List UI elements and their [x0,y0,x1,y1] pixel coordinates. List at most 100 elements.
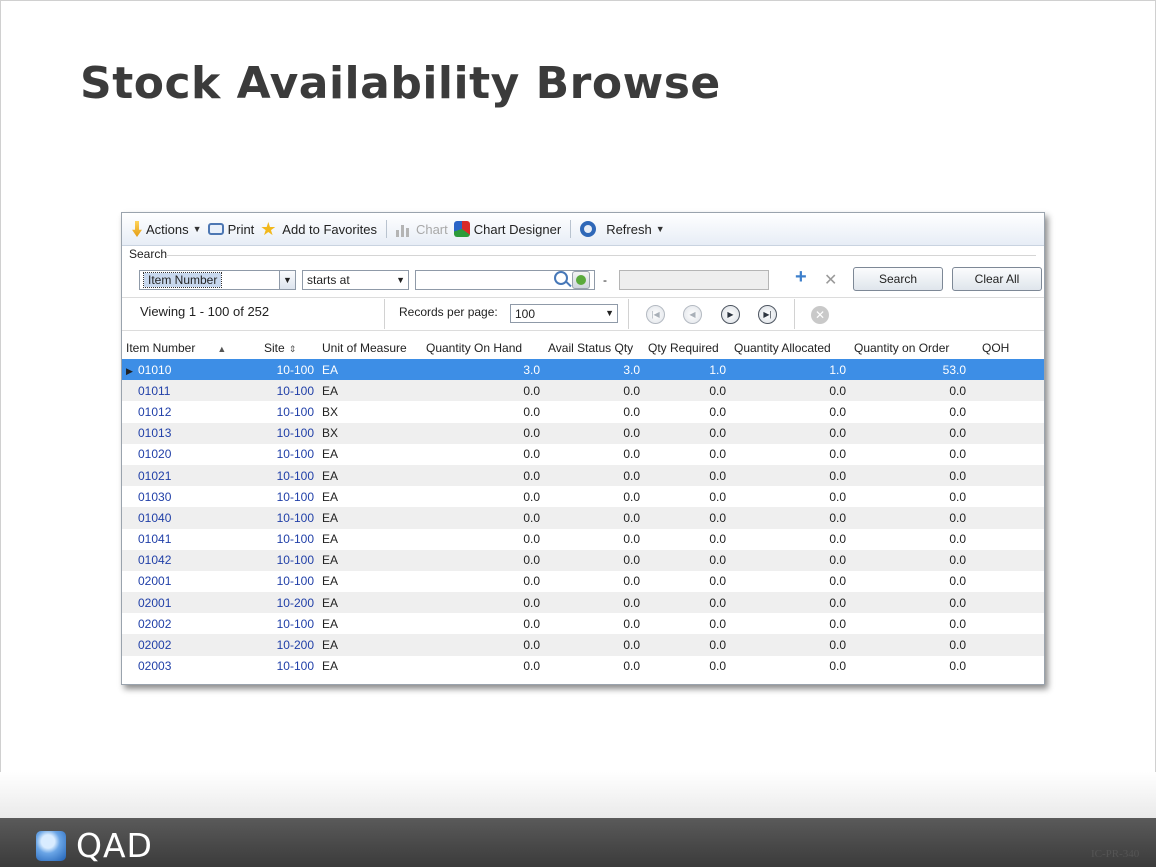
column-header-quantity-on-order[interactable]: Quantity on Order [850,337,970,359]
table-row[interactable]: 01040 10-100 EA 0.0 0.0 0.0 0.0 0.0 [122,507,1044,529]
item-number-link[interactable]: 02001 [138,574,171,588]
cell-item-number[interactable]: 01040 [122,507,260,529]
cell-site[interactable]: 10-100 [260,571,318,592]
cell-site[interactable]: 10-100 [260,444,318,465]
next-page-icon[interactable]: ▶ [721,305,740,324]
table-row[interactable]: 02003 10-100 EA 0.0 0.0 0.0 0.0 0.0 [122,656,1044,677]
chevron-down-icon[interactable]: ▼ [279,271,295,289]
cell-item-number[interactable]: 01013 [122,422,260,444]
go-icon[interactable] [572,271,590,289]
search-value-input[interactable] [415,270,595,290]
cell-site[interactable]: 10-100 [260,486,318,507]
cell-unit-of-measure: EA [322,489,339,504]
cell-item-number[interactable]: 01042 [122,549,260,571]
prev-page-icon[interactable]: ◀ [683,305,702,324]
cell-site[interactable]: 10-200 [260,592,318,614]
cell-site[interactable]: 10-100 [260,507,318,529]
item-number-link[interactable]: 01013 [138,426,171,440]
table-row[interactable]: 02002 10-200 EA 0.0 0.0 0.0 0.0 0.0 [122,634,1044,656]
cell-site[interactable]: 10-100 [260,422,318,444]
item-number-link[interactable]: 01021 [138,469,171,483]
chart-designer-button[interactable]: Chart Designer [453,221,561,237]
table-row[interactable]: 01011 10-100 EA 0.0 0.0 0.0 0.0 0.0 [122,380,1044,402]
column-header-item-number[interactable]: Item Number ▲ [122,337,260,359]
cell-unit-of-measure: EA [322,659,339,674]
cell-item-number[interactable]: 01041 [122,529,260,550]
item-number-link[interactable]: 01042 [138,553,171,567]
item-number-link[interactable]: 01040 [138,511,171,525]
table-row[interactable]: 01030 10-100 EA 0.0 0.0 0.0 0.0 0.0 [122,486,1044,507]
cell-item-number[interactable]: ▶ 01010 [122,359,260,381]
column-header-unit-of-measure[interactable]: Unit of Measure [318,337,422,359]
item-number-link[interactable]: 02003 [138,659,171,673]
column-header-avail-status-qty[interactable]: Avail Status Qty [544,337,644,359]
print-button[interactable]: Print [207,222,254,237]
item-number-link[interactable]: 01030 [138,490,171,504]
item-number-link[interactable]: 02001 [138,596,171,610]
add-icon[interactable]: + [795,266,807,289]
cell-item-number[interactable]: 01021 [122,464,260,487]
cell-unit-of-measure: BX [318,422,422,444]
cell-site[interactable]: 10-100 [260,656,318,677]
item-number-link[interactable]: 01010 [138,363,171,377]
chevron-down-icon[interactable]: ▼ [605,305,614,322]
column-header-quantity-on-hand[interactable]: Quantity On Hand [422,337,544,359]
item-number-link[interactable]: 01041 [138,532,171,546]
cell-site[interactable]: 10-100 [260,549,318,571]
table-row[interactable]: ▶ 01010 10-100 EA 3.0 3.0 1.0 1.0 53.0 [122,359,1044,381]
cell-quantity-allocated: 0.0 [730,634,850,656]
refresh-menu[interactable]: Refresh ▼ [580,221,665,237]
remove-icon[interactable]: ✕ [824,270,837,290]
table-row[interactable]: 01041 10-100 EA 0.0 0.0 0.0 0.0 0.0 [122,529,1044,550]
table-row[interactable]: 01012 10-100 BX 0.0 0.0 0.0 0.0 0.0 [122,401,1044,422]
records-per-page-select[interactable]: 100 ▼ [510,304,618,323]
cell-item-number[interactable]: 02002 [122,613,260,634]
table-row[interactable]: 01020 10-100 EA 0.0 0.0 0.0 0.0 0.0 [122,444,1044,465]
search-operator-select[interactable]: starts at ▼ [302,270,409,290]
column-header-qoh[interactable]: QOH [970,337,1044,359]
chevron-down-icon[interactable]: ▼ [396,271,405,289]
cell-item-number[interactable]: 02001 [122,592,260,614]
search-button[interactable]: Search [853,267,943,291]
cell-qoh [970,507,1044,529]
column-header-qty-required[interactable]: Qty Required [644,337,730,359]
cell-site[interactable]: 10-100 [260,529,318,550]
cell-item-number[interactable]: 02002 [122,634,260,656]
item-number-link[interactable]: 01020 [138,447,171,461]
table-row[interactable]: 01042 10-100 EA 0.0 0.0 0.0 0.0 0.0 [122,549,1044,571]
cell-site[interactable]: 10-100 [260,380,318,402]
cell-item-number[interactable]: 01020 [122,444,260,465]
last-page-icon[interactable]: ▶| [758,305,777,324]
item-number-link[interactable]: 01011 [138,384,170,398]
lookup-icon[interactable] [554,271,568,285]
item-number-link[interactable]: 02002 [138,617,171,631]
cell-item-number[interactable]: 01030 [122,486,260,507]
cancel-icon[interactable]: ✕ [811,306,829,324]
cell-item-number[interactable]: 01011 [122,380,260,402]
column-header-site[interactable]: Site ⇕ [260,337,318,359]
add-to-favorites-button[interactable]: ★ Add to Favorites [260,220,377,238]
cell-site[interactable]: 10-100 [260,464,318,487]
item-number-link[interactable]: 01012 [138,405,171,419]
chart-button[interactable]: Chart [395,221,448,237]
cell-item-number[interactable]: 01012 [122,401,260,422]
table-row[interactable]: 01021 10-100 EA 0.0 0.0 0.0 0.0 0.0 [122,464,1044,487]
cell-site[interactable]: 10-100 [260,401,318,422]
cell-site[interactable]: 10-200 [260,634,318,656]
cell-quantity-on-order: 0.0 [850,549,970,571]
cell-site[interactable]: 10-100 [260,359,318,381]
table-row[interactable]: 02001 10-100 EA 0.0 0.0 0.0 0.0 0.0 [122,571,1044,592]
actions-menu[interactable]: Actions ▼ [132,221,202,237]
search-field-select[interactable]: Item Number ▼ [139,270,296,290]
search-range-input[interactable] [619,270,769,290]
first-page-icon[interactable]: |◀ [646,305,665,324]
cell-item-number[interactable]: 02003 [122,656,260,677]
table-row[interactable]: 02002 10-100 EA 0.0 0.0 0.0 0.0 0.0 [122,613,1044,634]
cell-site[interactable]: 10-100 [260,613,318,634]
table-row[interactable]: 02001 10-200 EA 0.0 0.0 0.0 0.0 0.0 [122,592,1044,614]
cell-item-number[interactable]: 02001 [122,571,260,592]
item-number-link[interactable]: 02002 [138,638,171,652]
table-row[interactable]: 01013 10-100 BX 0.0 0.0 0.0 0.0 0.0 [122,422,1044,444]
column-header-quantity-allocated[interactable]: Quantity Allocated [730,337,850,359]
clear-all-button[interactable]: Clear All [952,267,1042,291]
